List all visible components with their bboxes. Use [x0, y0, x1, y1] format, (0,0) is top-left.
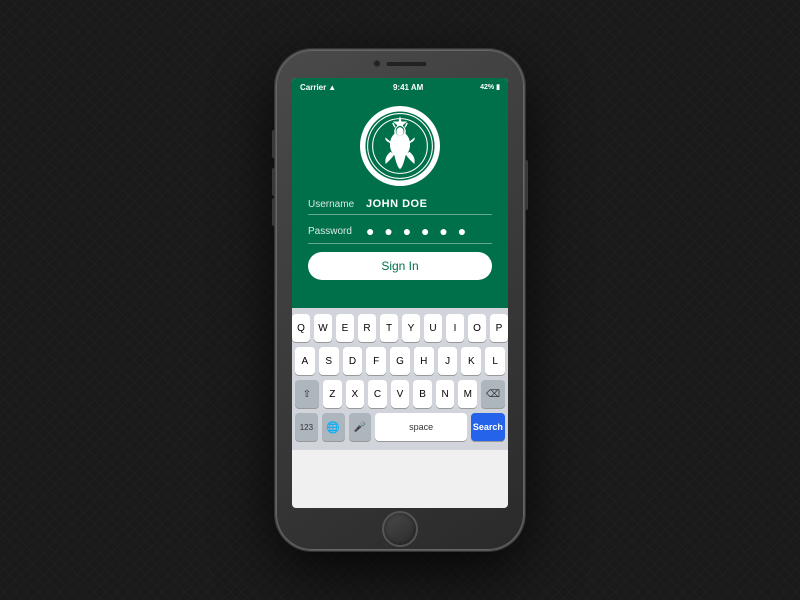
space-key[interactable]: space: [375, 413, 466, 441]
starbucks-logo-svg: [364, 110, 436, 182]
backspace-key[interactable]: ⌫: [481, 380, 505, 408]
search-key[interactable]: Search: [471, 413, 505, 441]
key-j[interactable]: J: [438, 347, 458, 375]
phone-screen: Carrier ▲ 9:41 AM 42% ▮: [292, 78, 508, 508]
mic-key[interactable]: 🎤: [349, 413, 372, 441]
phone-top-notch: [374, 60, 427, 67]
front-camera: [374, 60, 381, 67]
keyboard-row-2: A S D F G H J K L: [295, 347, 505, 375]
key-f[interactable]: F: [366, 347, 386, 375]
keyboard-row-1: Q W E R T Y U I O P: [295, 314, 505, 342]
speaker-grille: [387, 62, 427, 66]
key-p[interactable]: P: [490, 314, 508, 342]
shift-key[interactable]: ⇧: [295, 380, 319, 408]
username-label: Username: [308, 199, 366, 210]
home-button[interactable]: [382, 511, 418, 547]
key-r[interactable]: R: [358, 314, 376, 342]
status-bar: Carrier ▲ 9:41 AM 42% ▮: [292, 78, 508, 96]
password-field-row: Password ● ● ● ● ● ●: [308, 223, 492, 244]
phone-bottom: [382, 508, 418, 550]
sign-in-button[interactable]: Sign In: [308, 252, 492, 280]
key-d[interactable]: D: [343, 347, 363, 375]
key-m[interactable]: M: [458, 380, 477, 408]
key-n[interactable]: N: [436, 380, 455, 408]
keyboard-row-4: 123 🌐 🎤 space Search: [295, 413, 505, 441]
keyboard-row-3: ⇧ Z X C V B N M ⌫: [295, 380, 505, 408]
key-s[interactable]: S: [319, 347, 339, 375]
key-t[interactable]: T: [380, 314, 398, 342]
numbers-key[interactable]: 123: [295, 413, 318, 441]
status-bar-time: 9:41 AM: [393, 83, 423, 92]
key-a[interactable]: A: [295, 347, 315, 375]
globe-key[interactable]: 🌐: [322, 413, 345, 441]
status-bar-right: 42% ▮: [480, 83, 500, 91]
password-value[interactable]: ● ● ● ● ● ●: [366, 223, 492, 239]
phone-device: Carrier ▲ 9:41 AM 42% ▮: [276, 50, 524, 550]
key-l[interactable]: L: [485, 347, 505, 375]
key-x[interactable]: X: [346, 380, 365, 408]
wifi-icon: ▲: [328, 83, 336, 92]
key-w[interactable]: W: [314, 314, 332, 342]
key-h[interactable]: H: [414, 347, 434, 375]
status-bar-left: Carrier ▲: [300, 83, 336, 92]
key-y[interactable]: Y: [402, 314, 420, 342]
key-g[interactable]: G: [390, 347, 410, 375]
battery-icon: ▮: [496, 83, 500, 91]
app-header: Username JOHN DOE Password ● ● ● ● ● ● S…: [292, 96, 508, 308]
phone-body: Carrier ▲ 9:41 AM 42% ▮: [276, 50, 524, 550]
key-u[interactable]: U: [424, 314, 442, 342]
key-o[interactable]: O: [468, 314, 486, 342]
keyboard: Q W E R T Y U I O P A S D F G: [292, 308, 508, 450]
battery-percent: 42%: [480, 84, 494, 91]
key-c[interactable]: C: [368, 380, 387, 408]
username-value[interactable]: JOHN DOE: [366, 198, 492, 210]
starbucks-logo-container: [360, 106, 440, 186]
key-i[interactable]: I: [446, 314, 464, 342]
key-q[interactable]: Q: [292, 314, 310, 342]
username-field-row: Username JOHN DOE: [308, 198, 492, 215]
password-label: Password: [308, 226, 366, 237]
login-form: Username JOHN DOE Password ● ● ● ● ● ● S…: [292, 198, 508, 292]
key-e[interactable]: E: [336, 314, 354, 342]
key-v[interactable]: V: [391, 380, 410, 408]
carrier-text: Carrier: [300, 83, 326, 92]
key-k[interactable]: K: [461, 347, 481, 375]
key-b[interactable]: B: [413, 380, 432, 408]
key-z[interactable]: Z: [323, 380, 342, 408]
